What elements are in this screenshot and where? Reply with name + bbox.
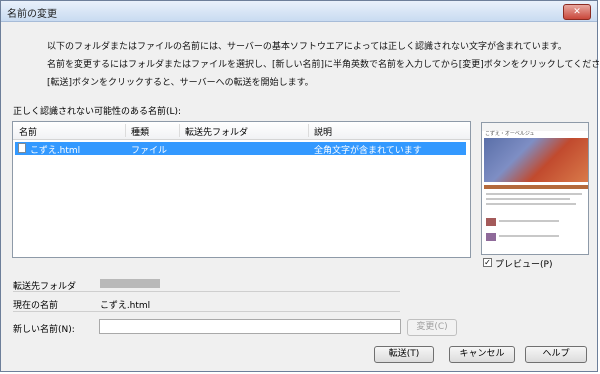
preview-text-line	[499, 220, 559, 222]
preview-page-title: こずえ・オーベルジュ	[485, 131, 535, 137]
dest-folder-value	[100, 279, 160, 288]
list-row[interactable]: こずえ.html ファイル 全角文字が含まれています	[15, 142, 466, 156]
preview-thumbnail	[486, 218, 496, 226]
divider	[13, 311, 400, 312]
column-header-description[interactable]: 説明	[314, 125, 332, 138]
list-label: 正しく認識されない可能性のある名前(L):	[13, 107, 182, 117]
cancel-button[interactable]: キャンセル	[449, 346, 515, 363]
column-divider[interactable]	[308, 124, 309, 137]
preview-text-line	[486, 198, 570, 200]
column-divider[interactable]	[179, 124, 180, 137]
file-list[interactable]: 名前 種類 転送先フォルダ 説明 こずえ.html ファイル 全角文字が含まれて…	[12, 121, 471, 258]
message-line-2: 名前を変更するにはフォルダまたはファイルを選択し、[新しい名前]に半角英数で名前…	[47, 60, 600, 70]
change-button[interactable]: 変更(C)	[407, 319, 457, 336]
current-name-label: 現在の名前	[13, 301, 59, 311]
preview-text-line	[486, 193, 582, 195]
row-name: こずえ.html	[30, 146, 81, 156]
preview-nav-bar	[484, 185, 588, 189]
column-header-folder[interactable]: 転送先フォルダ	[185, 125, 248, 138]
close-button[interactable]: ✕	[563, 4, 591, 20]
help-button[interactable]: ヘルプ	[525, 346, 587, 363]
list-header: 名前 種類 転送先フォルダ 説明	[13, 122, 470, 140]
preview-hero-image	[484, 138, 588, 182]
divider	[13, 291, 400, 292]
preview-text-line	[499, 235, 559, 237]
column-divider[interactable]	[125, 124, 126, 137]
new-name-input[interactable]	[99, 319, 401, 334]
preview-thumbnail	[486, 233, 496, 241]
row-description: 全角文字が含まれています	[314, 146, 422, 156]
file-icon	[18, 143, 26, 153]
preview-checkbox[interactable]: ✓	[483, 258, 492, 267]
preview-checkbox-label[interactable]: プレビュー(P)	[495, 257, 552, 270]
preview-pane: こずえ・オーベルジュ	[481, 122, 589, 255]
column-header-type[interactable]: 種類	[131, 125, 149, 138]
message-line-3: [転送]ボタンをクリックすると、サーバーへの転送を開始します。	[47, 78, 314, 88]
dialog-title: 名前の変更	[7, 9, 57, 20]
row-type: ファイル	[131, 146, 168, 156]
title-bar: 名前の変更 ✕	[1, 1, 597, 22]
rename-dialog: 名前の変更 ✕ 以下のフォルダまたはファイルの名前には、サーバーの基本ソフトウエ…	[0, 0, 600, 372]
message-line-1: 以下のフォルダまたはファイルの名前には、サーバーの基本ソフトウエアによっては正し…	[47, 42, 567, 52]
transfer-button[interactable]: 転送(T)	[374, 346, 434, 363]
new-name-label: 新しい名前(N):	[13, 325, 75, 335]
column-header-name[interactable]: 名前	[19, 125, 37, 138]
close-icon: ✕	[573, 7, 581, 17]
preview-text-line	[486, 203, 576, 205]
checkmark-icon: ✓	[484, 258, 491, 267]
current-name-value: こずえ.html	[100, 301, 151, 311]
